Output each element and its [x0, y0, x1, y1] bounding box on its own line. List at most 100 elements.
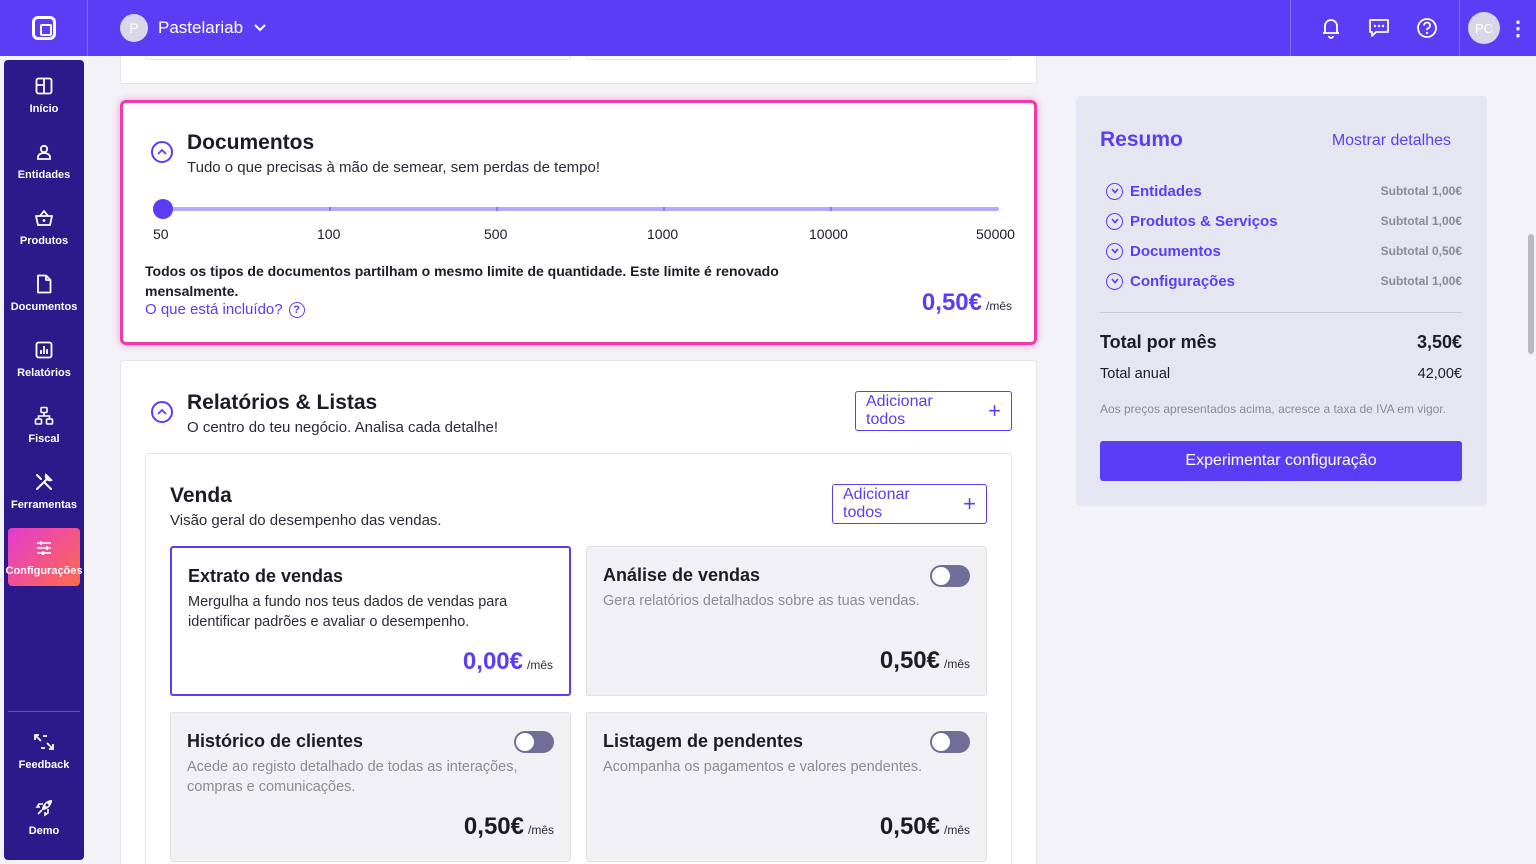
item-title: Listagem de pendentes	[603, 731, 804, 751]
link-label: O que está incluído?	[145, 301, 283, 318]
summary-row-label: Configurações	[1130, 272, 1236, 290]
summary-row-entidades[interactable]: Entidades Subtotal 1,00€	[1106, 180, 1462, 202]
summary-divider	[1100, 312, 1462, 313]
total-label: Total por mês	[1100, 332, 1217, 352]
documentos-section: Documentos Tudo o que precisas à mão de …	[120, 100, 1037, 345]
sidebar-item-produtos[interactable]: Produtos	[8, 198, 80, 256]
user-avatar[interactable]: PC	[1468, 12, 1500, 44]
chevron-up-icon[interactable]	[151, 141, 173, 163]
app-logo[interactable]	[0, 0, 88, 56]
documentos-price: 0,50€ /mês	[922, 289, 1012, 317]
sidebar-item-label: Início	[29, 103, 59, 115]
item-title: Histórico de clientes	[187, 731, 364, 751]
sidebar-item-label: Demo	[28, 825, 60, 837]
summary-panel: Resumo Mostrar detalhes Entidades Subtot…	[1076, 96, 1487, 506]
price-value: 0,50€	[879, 813, 940, 840]
item-title: Extrato de vendas	[188, 566, 344, 586]
sidebar-item-label: Ferramentas	[10, 499, 78, 511]
slider-label[interactable]: 1000	[647, 226, 678, 242]
slider-label[interactable]: 100	[317, 226, 340, 242]
vat-note: Aos preços apresentados acima, acresce a…	[1100, 402, 1446, 416]
sidebar-item-inicio[interactable]: Início	[8, 66, 80, 124]
annual-value: 42,00€	[1417, 366, 1462, 382]
chevron-down-icon	[253, 20, 267, 37]
sidebar-item-fiscal[interactable]: Fiscal	[8, 396, 80, 454]
item-price: 0,50€ /mês	[880, 647, 970, 675]
price-unit: /mês	[943, 657, 970, 671]
sidebar-item-ferramentas[interactable]: Ferramentas	[8, 462, 80, 520]
help-icon[interactable]	[1403, 0, 1451, 56]
summary-row-subtotal: Subtotal 1,00€	[1380, 214, 1462, 228]
chevron-down-icon	[1106, 212, 1123, 230]
item-title: Análise de vendas	[603, 565, 761, 585]
slider-label[interactable]: 500	[484, 226, 507, 242]
sidebar-item-relatorios[interactable]: Relatórios	[8, 330, 80, 388]
more-vertical-icon[interactable]: ⋮	[1500, 0, 1536, 56]
summary-row-documentos[interactable]: Documentos Subtotal 0,50€	[1106, 240, 1462, 262]
add-all-button[interactable]: Adicionar todos +	[855, 391, 1012, 431]
user-icon	[33, 141, 55, 163]
bell-icon[interactable]	[1307, 0, 1355, 56]
org-avatar: P	[120, 14, 148, 42]
scrollbar-thumb[interactable]	[1528, 234, 1534, 354]
price-unit: /mês	[943, 823, 970, 837]
summary-row-produtos[interactable]: Produtos & Serviços Subtotal 1,00€	[1106, 210, 1462, 232]
sidebar-item-label: Documentos	[10, 301, 78, 313]
summary-title: Resumo	[1100, 128, 1183, 151]
report-item-listagem-pendentes[interactable]: Listagem de pendentes Acompanha os pagam…	[586, 712, 987, 862]
chat-icon[interactable]	[1355, 0, 1403, 56]
summary-row-label: Produtos & Serviços	[1130, 212, 1278, 230]
monthly-total: Total por mês 3,50€	[1100, 332, 1462, 353]
slider-label[interactable]: 50	[153, 226, 169, 242]
quantity-slider-thumb[interactable]	[153, 199, 173, 219]
slider-tick	[496, 207, 498, 211]
total-value: 3,50€	[1416, 332, 1462, 352]
summary-row-configuracoes[interactable]: Configurações Subtotal 1,00€	[1106, 270, 1462, 292]
show-details-link[interactable]: Mostrar detalhes	[1332, 132, 1451, 150]
chevron-up-icon[interactable]	[151, 401, 173, 423]
price-unit: /mês	[527, 823, 554, 837]
organization-selector[interactable]: P Pastelariab	[120, 14, 267, 42]
annual-total: Total anual 42,00€	[1100, 366, 1462, 382]
report-item-extrato-vendas[interactable]: Extrato de vendas Mergulha a fundo nos t…	[170, 546, 571, 696]
sidebar-item-documentos[interactable]: Documentos	[8, 264, 80, 322]
slider-tick	[329, 207, 331, 211]
org-name: Pastelariab	[158, 18, 244, 37]
chart-icon	[33, 339, 55, 361]
price-unit: /mês	[526, 658, 553, 672]
item-toggle[interactable]	[930, 565, 970, 587]
whats-included-link[interactable]: O que está incluído? ?	[145, 301, 305, 318]
limit-note: Todos os tipos de documentos partilham o…	[145, 263, 779, 299]
group-title: Venda	[170, 484, 232, 507]
previous-section-card	[120, 56, 1037, 84]
slider-tick	[830, 207, 832, 211]
page-scrollbar[interactable]	[1526, 56, 1536, 864]
item-price: 0,00€ /mês	[463, 648, 553, 676]
report-item-analise-vendas[interactable]: Análise de vendas Gera relatórios detalh…	[586, 546, 987, 696]
slider-label[interactable]: 50000	[976, 226, 1015, 242]
button-label: Adicionar todos	[866, 393, 933, 428]
slider-tick	[663, 207, 665, 211]
item-toggle[interactable]	[514, 731, 554, 753]
plus-icon: +	[963, 491, 976, 516]
summary-row-subtotal: Subtotal 1,00€	[1380, 274, 1462, 288]
button-label: Adicionar todos	[843, 486, 910, 521]
sidebar-item-entidades[interactable]: Entidades	[8, 132, 80, 190]
sidebar-item-demo[interactable]: Demo	[8, 788, 80, 846]
report-item-historico-clientes[interactable]: Histórico de clientes Acede ao registo d…	[170, 712, 571, 862]
sidebar-item-configuracoes[interactable]: Configurações	[6, 528, 83, 586]
quantity-slider-track[interactable]	[163, 207, 999, 211]
item-description: Acede ao registo detalhado de todas as i…	[187, 759, 518, 795]
add-all-venda-button[interactable]: Adicionar todos +	[832, 484, 987, 524]
try-configuration-button[interactable]: Experimentar configuração	[1100, 441, 1462, 481]
feedback-icon	[33, 731, 55, 753]
sidebar-item-feedback[interactable]: Feedback	[8, 722, 80, 780]
annual-label: Total anual	[1100, 366, 1171, 382]
tools-icon	[33, 471, 55, 493]
item-toggle[interactable]	[930, 731, 970, 753]
top-bar: P Pastelariab PC ⋮	[0, 0, 1536, 56]
summary-row-subtotal: Subtotal 0,50€	[1380, 244, 1462, 258]
previous-item	[586, 56, 1012, 60]
slider-label[interactable]: 10000	[809, 226, 848, 242]
sidebar-item-label: Produtos	[19, 235, 69, 247]
